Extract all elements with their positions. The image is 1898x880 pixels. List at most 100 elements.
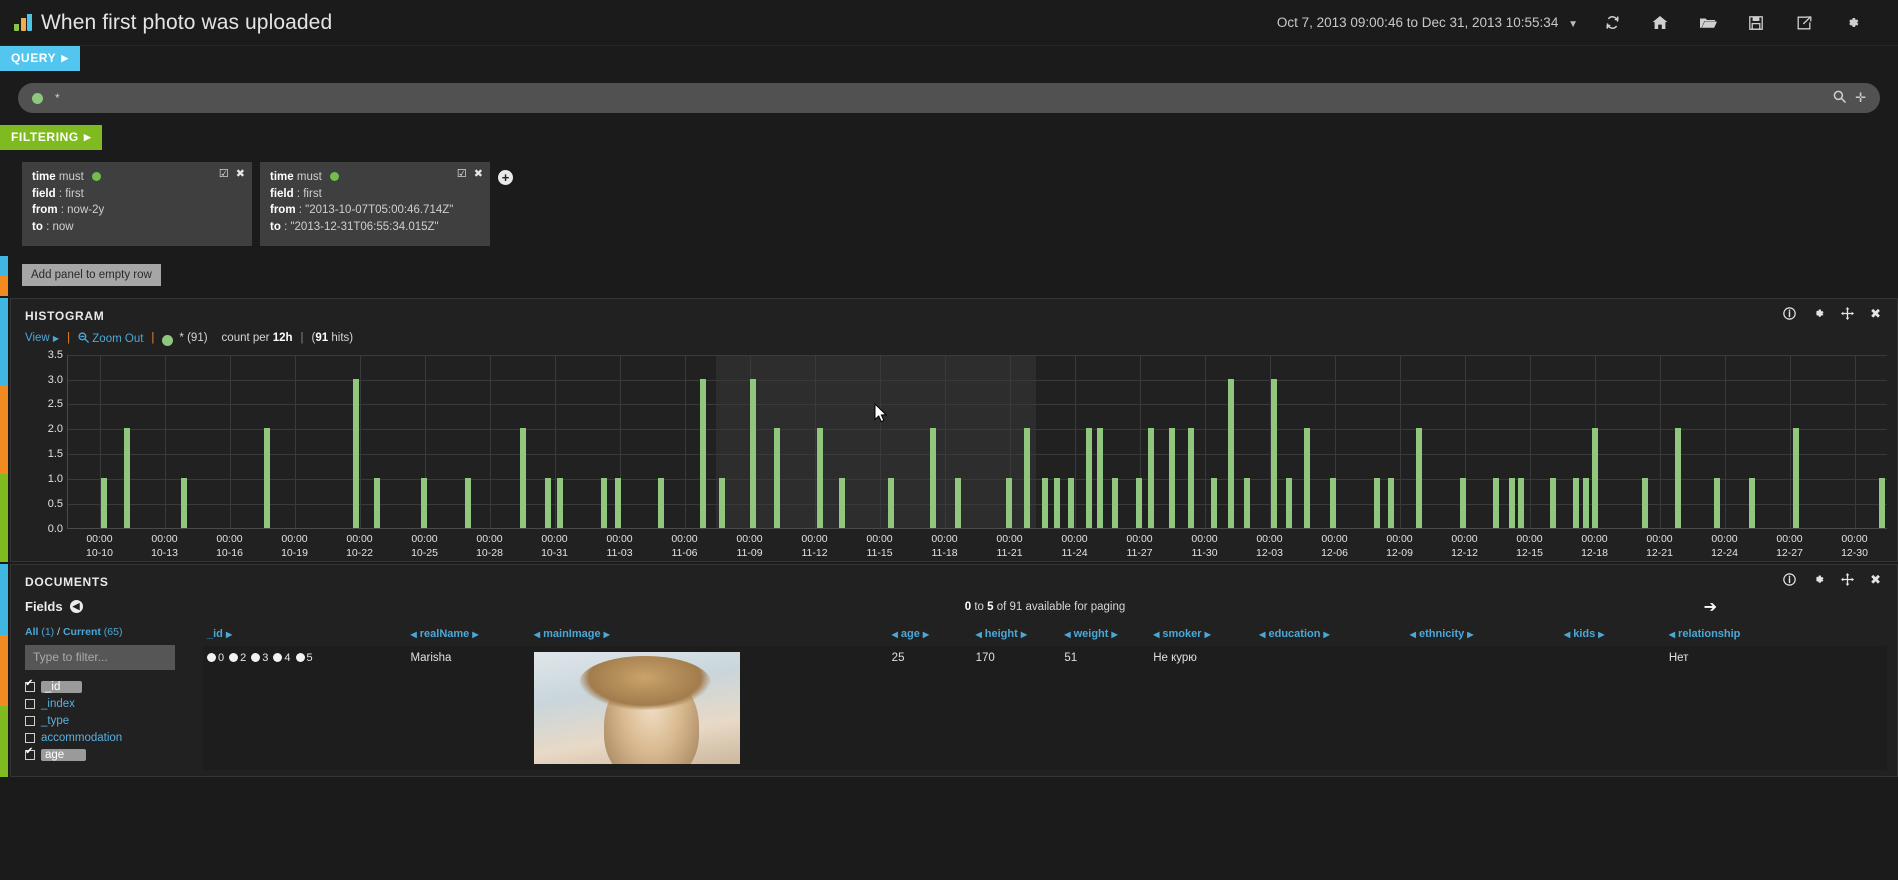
query-input-box[interactable]: ✛ — [18, 83, 1880, 113]
arrow-right-icon[interactable]: ➔ — [1704, 597, 1717, 617]
histogram-bar[interactable] — [420, 477, 427, 528]
search-input[interactable] — [53, 90, 1834, 106]
zoom-out-link[interactable]: Zoom Out — [78, 332, 143, 345]
histogram-bar[interactable] — [718, 477, 725, 528]
add-panel-button[interactable]: Add panel to empty row — [22, 263, 161, 286]
field-name-label[interactable]: _index — [41, 698, 75, 710]
histogram-bar[interactable] — [1068, 477, 1075, 528]
home-icon[interactable] — [1636, 1, 1684, 45]
column-header-_id[interactable]: _id ▶ — [203, 622, 407, 646]
field-list-item[interactable]: accommodation — [25, 730, 203, 747]
histogram-bar[interactable] — [601, 477, 608, 528]
search-icon[interactable] — [1833, 90, 1846, 106]
histogram-bar[interactable] — [839, 477, 846, 528]
histogram-chart[interactable]: 0.0 0.5 1.0 1.5 2.0 2.5 3.0 3.5 00:00 10-10 00:00… — [25, 349, 1887, 559]
field-checkbox[interactable] — [25, 746, 35, 761]
column-header-relationship[interactable]: ◀ relationship — [1664, 622, 1887, 646]
doc-dot[interactable] — [251, 653, 261, 663]
column-header-ethnicity[interactable]: ◀ ethnicity ▶ — [1405, 622, 1560, 646]
field-checkbox[interactable] — [25, 716, 35, 727]
histogram-bar[interactable] — [657, 477, 664, 528]
field-name-label[interactable]: _id — [41, 681, 83, 694]
field-name-label[interactable]: _type — [41, 715, 69, 727]
histogram-bar[interactable] — [930, 428, 937, 528]
histogram-bar[interactable] — [1493, 477, 1500, 528]
histogram-bar[interactable] — [1054, 477, 1061, 528]
info-icon[interactable] — [1783, 306, 1796, 322]
histogram-bar[interactable] — [1748, 477, 1755, 528]
column-header-kids[interactable]: ◀ kids ▶ — [1559, 622, 1665, 646]
field-name-label[interactable]: age — [41, 749, 87, 762]
filter-card[interactable]: ☑ ✖ time must field : first from : "2013… — [260, 162, 490, 246]
doc-id-dots[interactable]: 02345 — [207, 652, 403, 664]
query-color-dot[interactable] — [32, 92, 43, 104]
histogram-bar[interactable] — [1286, 477, 1293, 528]
histogram-bar[interactable] — [1085, 428, 1092, 528]
histogram-bar[interactable] — [1416, 428, 1423, 528]
histogram-bar[interactable] — [1112, 477, 1119, 528]
fields-filter-input[interactable] — [25, 644, 175, 670]
move-icon[interactable] — [1841, 306, 1855, 322]
column-header-education[interactable]: ◀ education ▶ — [1255, 622, 1406, 646]
filter-toggle-icon[interactable]: ☑ — [457, 167, 467, 183]
field-checkbox[interactable] — [25, 678, 35, 693]
histogram-bar[interactable] — [373, 477, 380, 528]
view-menu-link[interactable]: View ▶ — [25, 332, 59, 344]
histogram-bar[interactable] — [1714, 477, 1721, 528]
close-icon[interactable]: ✖ — [1870, 307, 1881, 322]
column-header-height[interactable]: ◀ height ▶ — [971, 622, 1061, 646]
histogram-bar[interactable] — [1135, 477, 1142, 528]
histogram-bar[interactable] — [1573, 477, 1580, 528]
fields-all-link[interactable]: All — [25, 626, 38, 638]
histogram-bar[interactable] — [699, 378, 706, 528]
histogram-bar[interactable] — [615, 477, 622, 528]
filter-remove-icon[interactable]: ✖ — [474, 167, 483, 183]
filtering-section-toggle[interactable]: FILTERING ▶ — [0, 125, 103, 150]
histogram-bar[interactable] — [1675, 428, 1682, 528]
refresh-icon[interactable] — [1588, 1, 1636, 45]
filter-remove-icon[interactable]: ✖ — [236, 167, 245, 183]
histogram-bar[interactable] — [1388, 477, 1395, 528]
histogram-bar[interactable] — [817, 428, 824, 528]
histogram-bar[interactable] — [1228, 378, 1235, 528]
histogram-bar[interactable] — [180, 477, 187, 528]
move-icon[interactable] — [1841, 572, 1855, 588]
legend-color-dot[interactable] — [162, 334, 174, 346]
histogram-bar[interactable] — [464, 477, 471, 528]
table-row[interactable]: 0 2 3 4 5 Marisha 25 170 51 Не курю Нет — [203, 645, 1887, 770]
histogram-bar[interactable] — [1168, 428, 1175, 528]
field-list-item[interactable]: _index — [25, 696, 203, 713]
histogram-bar[interactable] — [519, 428, 526, 528]
histogram-bar[interactable] — [1024, 428, 1031, 528]
histogram-bar[interactable] — [1508, 477, 1515, 528]
histogram-bar[interactable] — [557, 477, 564, 528]
histogram-bar[interactable] — [955, 477, 962, 528]
gear-icon[interactable] — [1812, 573, 1825, 588]
histogram-bar[interactable] — [888, 477, 895, 528]
histogram-bar[interactable] — [1642, 477, 1649, 528]
histogram-bar[interactable] — [1303, 428, 1310, 528]
histogram-bar[interactable] — [1330, 477, 1337, 528]
histogram-bar[interactable] — [1374, 477, 1381, 528]
cell-_id[interactable]: 02345 — [203, 645, 407, 770]
column-header-realName[interactable]: ◀ realName ▶ — [406, 622, 530, 646]
doc-dot[interactable] — [295, 653, 305, 663]
histogram-bar[interactable] — [1096, 428, 1103, 528]
field-list-item[interactable]: _type — [25, 713, 203, 730]
histogram-bar[interactable] — [1518, 477, 1525, 528]
time-range-picker[interactable]: Oct 7, 2013 09:00:46 to Dec 31, 2013 10:… — [1277, 15, 1588, 30]
close-icon[interactable]: ✖ — [1870, 573, 1881, 588]
histogram-bar[interactable] — [1243, 477, 1250, 528]
share-icon[interactable] — [1780, 1, 1828, 45]
histogram-bar[interactable] — [1879, 477, 1885, 528]
add-filter-button[interactable]: + — [498, 170, 513, 185]
field-list-item[interactable]: age — [25, 746, 203, 764]
histogram-bar[interactable] — [1549, 477, 1556, 528]
histogram-bar[interactable] — [773, 428, 780, 528]
column-header-mainImage[interactable]: ◀ mainImage ▶ — [529, 622, 888, 646]
doc-dot[interactable] — [229, 653, 239, 663]
histogram-bar[interactable] — [100, 477, 107, 528]
field-checkbox[interactable] — [25, 699, 35, 710]
row-color-strip[interactable] — [0, 255, 8, 296]
histogram-bar[interactable] — [1270, 378, 1277, 528]
